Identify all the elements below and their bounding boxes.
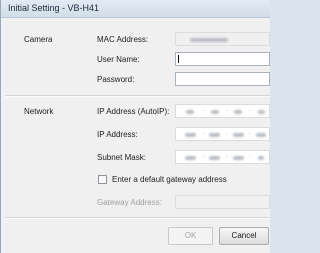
octet-separator: . xyxy=(249,106,251,113)
autoip-octet-4 xyxy=(258,110,265,114)
autoip-octet-1 xyxy=(186,110,194,114)
default-gateway-checkbox-label[interactable]: Enter a default gateway address xyxy=(112,175,227,184)
octet-separator: . xyxy=(203,106,205,113)
octet-separator: . xyxy=(226,152,228,159)
camera-section-label: Camera xyxy=(24,35,53,44)
mac-address-value-redacted xyxy=(190,38,228,42)
mac-address-label: MAC Address: xyxy=(97,35,149,44)
user-name-input[interactable] xyxy=(175,52,270,66)
subnet-mask-label: Subnet Mask: xyxy=(97,153,146,162)
user-name-label: User Name: xyxy=(97,55,140,64)
section-divider xyxy=(5,95,270,97)
octet-separator: . xyxy=(226,197,228,204)
octet-separator: . xyxy=(249,152,251,159)
subnet-mask-input[interactable]: . . . xyxy=(175,150,270,164)
octet-separator: . xyxy=(249,197,251,204)
octet-separator: . xyxy=(203,197,205,204)
title-bar[interactable]: Initial Setting - VB-H41 xyxy=(1,0,270,18)
ok-button[interactable]: OK xyxy=(168,227,213,245)
autoip-address-field: . . . xyxy=(175,104,270,118)
text-caret xyxy=(178,55,179,63)
octet-separator: . xyxy=(226,129,228,136)
octet-separator: . xyxy=(249,129,251,136)
ip-octet-1 xyxy=(185,133,196,137)
subnet-octet-3 xyxy=(233,156,244,160)
octet-separator: . xyxy=(226,106,228,113)
ip-octet-3 xyxy=(233,133,244,137)
dialog-body: Camera MAC Address: User Name: Password:… xyxy=(5,18,270,253)
subnet-octet-2 xyxy=(209,156,220,160)
password-label: Password: xyxy=(97,75,135,84)
octet-separator: . xyxy=(203,152,205,159)
gateway-address-input: . . . xyxy=(175,195,270,209)
ip-octet-4 xyxy=(256,133,266,137)
ip-address-label: IP Address: xyxy=(97,130,138,139)
button-divider xyxy=(5,217,270,219)
ip-address-input[interactable]: . . . xyxy=(175,127,270,141)
gateway-address-label: Gateway Address: xyxy=(97,198,162,207)
password-input[interactable] xyxy=(175,72,270,86)
subnet-octet-4 xyxy=(258,156,264,160)
default-gateway-checkbox[interactable] xyxy=(98,175,107,184)
autoip-address-label: IP Address (AutoIP): xyxy=(97,107,170,116)
window-title: Initial Setting - VB-H41 xyxy=(8,3,100,13)
autoip-octet-2 xyxy=(211,110,219,114)
initial-setting-dialog: Initial Setting - VB-H41 Camera MAC Addr… xyxy=(0,0,270,253)
network-section-label: Network xyxy=(24,107,54,116)
ip-octet-2 xyxy=(209,133,220,137)
mac-address-field xyxy=(175,32,270,46)
autoip-octet-3 xyxy=(234,110,242,114)
cancel-button[interactable]: Cancel xyxy=(219,227,269,245)
subnet-octet-1 xyxy=(185,156,196,160)
octet-separator: . xyxy=(203,129,205,136)
